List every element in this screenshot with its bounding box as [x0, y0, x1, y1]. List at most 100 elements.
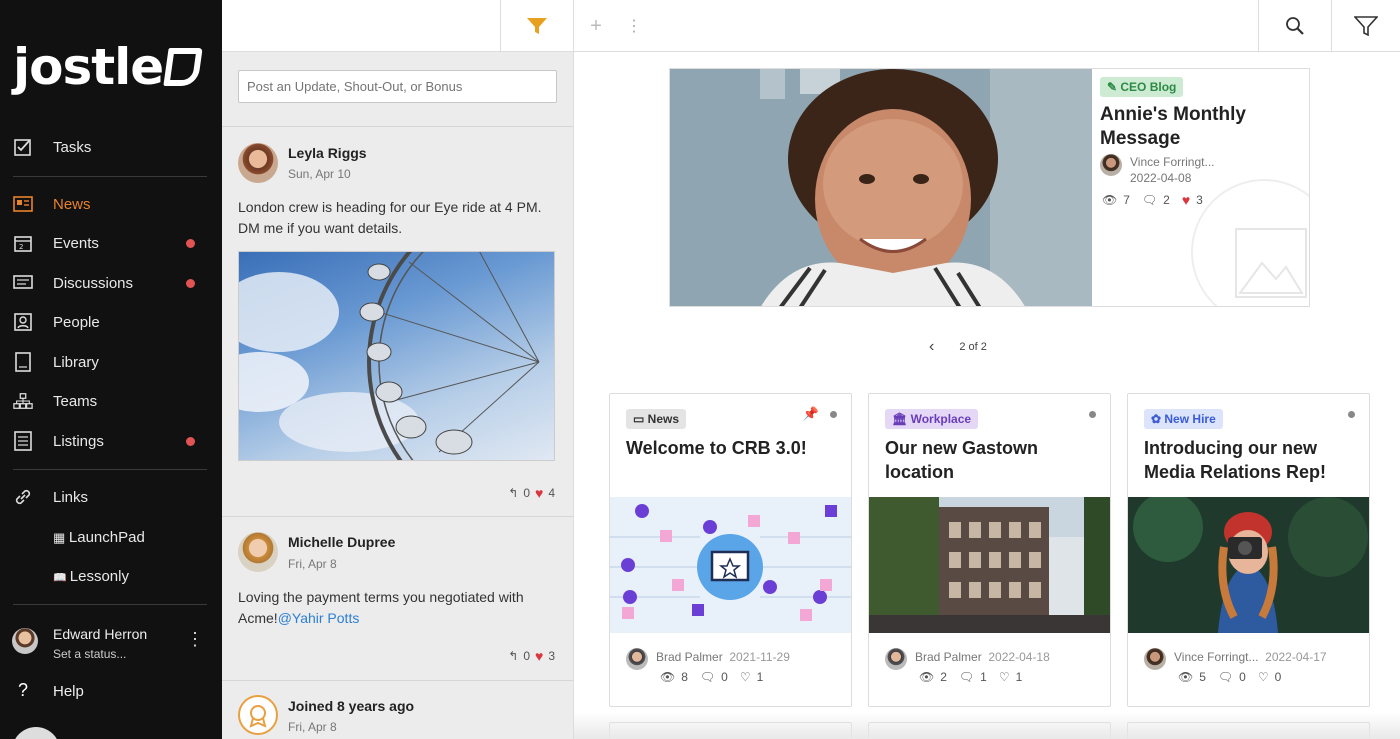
heart-icon[interactable]: ♥: [535, 485, 543, 501]
heart-outline-icon[interactable]: ♡: [740, 670, 751, 684]
app: jostle Tasks News 2 Events Discussions P…: [0, 0, 1400, 739]
add-icon[interactable]: +: [584, 0, 608, 52]
teams-icon: [13, 391, 33, 411]
sidebar-item-tasks[interactable]: Tasks: [0, 129, 222, 165]
discussions-icon: [13, 273, 33, 293]
mention-link[interactable]: @Yahir Potts: [278, 610, 360, 626]
avatar[interactable]: [238, 532, 278, 572]
card-author: Brad Palmer 2021-11-29: [656, 650, 790, 664]
sidebar-item-listings[interactable]: Listings: [0, 423, 222, 459]
tasks-icon: [13, 137, 33, 157]
card-title[interactable]: Our new Gastown location: [885, 436, 1100, 484]
heart-icon[interactable]: ♥: [535, 648, 543, 664]
post-text: Loving the payment terms you negotiated …: [238, 587, 558, 629]
post-text: London crew is heading for our Eye ride …: [238, 197, 558, 239]
comment-icon: 🗨: [959, 670, 974, 684]
sidebar-item-label: Tasks: [53, 139, 91, 156]
sidebar: jostle Tasks News 2 Events Discussions P…: [0, 0, 222, 739]
article-title[interactable]: Annie's Monthly Message: [1100, 103, 1300, 151]
comment-icon: 🗨: [1142, 193, 1157, 207]
category-badge: 🏛 Workplace: [885, 409, 978, 429]
carousel-pager: ‹ 2 of 2: [929, 338, 987, 356]
featured-info: ✎ CEO Blog Annie's Monthly Message Vince…: [1092, 69, 1310, 307]
divider: [573, 0, 574, 52]
building-icon: 🏛: [892, 412, 911, 426]
news-filter-button[interactable]: [1332, 0, 1400, 52]
eye-icon: 👁: [660, 670, 675, 684]
floating-action-button[interactable]: [12, 727, 60, 739]
divider: [222, 126, 574, 127]
post-reactions: ↰0 ♥3: [508, 648, 555, 664]
sidebar-item-help[interactable]: ? Help: [0, 678, 222, 706]
card-stats: 👁2 🗨1 ♡1: [919, 670, 1022, 684]
logo-mark-icon: [164, 48, 203, 86]
sidebar-item-label: Links: [53, 489, 88, 506]
jostle-logo[interactable]: jostle: [13, 38, 200, 96]
new-hire-icon: ✿: [1151, 412, 1164, 426]
current-user[interactable]: Edward Herron Set a status... ⋮: [0, 620, 222, 670]
sidebar-item-news[interactable]: News: [0, 186, 222, 222]
pin-icon[interactable]: 📌: [803, 406, 819, 422]
search-button[interactable]: [1259, 0, 1331, 52]
unread-dot: [1348, 411, 1355, 418]
user-name: Edward Herron: [53, 626, 147, 642]
more-options-icon[interactable]: ⋮: [186, 634, 204, 644]
heart-outline-icon[interactable]: ♡: [999, 670, 1010, 684]
chevron-left-icon[interactable]: ‹: [929, 338, 934, 356]
avatar: [626, 648, 648, 670]
post-author[interactable]: Leyla Riggs: [288, 145, 367, 161]
more-options-icon[interactable]: ⋮: [622, 0, 646, 52]
card-author: Vince Forringt... 2022-04-17: [1174, 650, 1327, 664]
sidebar-item-people[interactable]: People: [0, 304, 222, 340]
post-image[interactable]: [238, 251, 555, 461]
post-update-input[interactable]: [238, 70, 557, 103]
divider: [13, 604, 207, 605]
category-badge: ✿ New Hire: [1144, 409, 1223, 429]
card-author: Brad Palmer 2022-04-18: [915, 650, 1050, 664]
post-date: Sun, Apr 10: [288, 167, 351, 181]
card-title[interactable]: Introducing our new Media Relations Rep!: [1144, 436, 1359, 484]
link-icon: [13, 487, 33, 507]
sidebar-item-label: Teams: [53, 393, 97, 410]
post-author[interactable]: Michelle Dupree: [288, 534, 395, 550]
news-main: ✎ CEO Blog Annie's Monthly Message Vince…: [574, 52, 1400, 739]
top-bar: + ⋮: [222, 0, 1400, 52]
link-lessonly[interactable]: 📖 Lessonly: [53, 568, 129, 585]
reply-icon[interactable]: ↰: [508, 486, 518, 500]
heart-outline-icon[interactable]: ♡: [1258, 670, 1269, 684]
feed-filter-button[interactable]: [501, 0, 573, 52]
unread-dot: [830, 411, 837, 418]
category-badge: ✎ CEO Blog: [1100, 77, 1183, 97]
avatar: [1100, 154, 1122, 176]
sidebar-item-library[interactable]: Library: [0, 344, 222, 380]
news-card[interactable]: 🏛 Workplace Our new Gastown location: [868, 393, 1111, 707]
eye-icon: 👁: [1178, 670, 1193, 684]
divider: [222, 680, 574, 681]
filter-icon: [526, 16, 548, 36]
article-author[interactable]: Vince Forringt...: [1130, 155, 1214, 169]
people-icon: [13, 312, 33, 332]
featured-article[interactable]: ✎ CEO Blog Annie's Monthly Message Vince…: [669, 68, 1310, 307]
notification-dot: [186, 437, 195, 446]
news-card[interactable]: ✿ New Hire Introducing our new Media Rel…: [1127, 393, 1370, 707]
listings-icon: [13, 431, 33, 451]
svg-text:2: 2: [19, 243, 23, 251]
avatar: [12, 628, 38, 654]
sidebar-item-events[interactable]: 2 Events: [0, 225, 222, 261]
user-status[interactable]: Set a status...: [53, 647, 126, 661]
pager-label: 2 of 2: [959, 341, 987, 353]
sidebar-item-links[interactable]: Links: [0, 479, 222, 515]
sidebar-item-teams[interactable]: Teams: [0, 383, 222, 419]
eye-icon: 👁: [1102, 193, 1117, 207]
news-card[interactable]: ▭ News 📌 Welcome to CRB 3.0!: [609, 393, 852, 707]
card-title[interactable]: Welcome to CRB 3.0!: [626, 436, 841, 460]
sidebar-item-label: Listings: [53, 433, 104, 450]
grid-icon: ▦: [53, 530, 69, 545]
avatar[interactable]: [238, 143, 278, 183]
link-launchpad[interactable]: ▦ LaunchPad: [53, 529, 145, 546]
calendar-icon: 2: [13, 233, 33, 253]
eye-icon: 👁: [919, 670, 934, 684]
post-author: Joined 8 years ago: [288, 698, 414, 714]
sidebar-item-discussions[interactable]: Discussions: [0, 265, 222, 301]
reply-icon[interactable]: ↰: [508, 649, 518, 663]
